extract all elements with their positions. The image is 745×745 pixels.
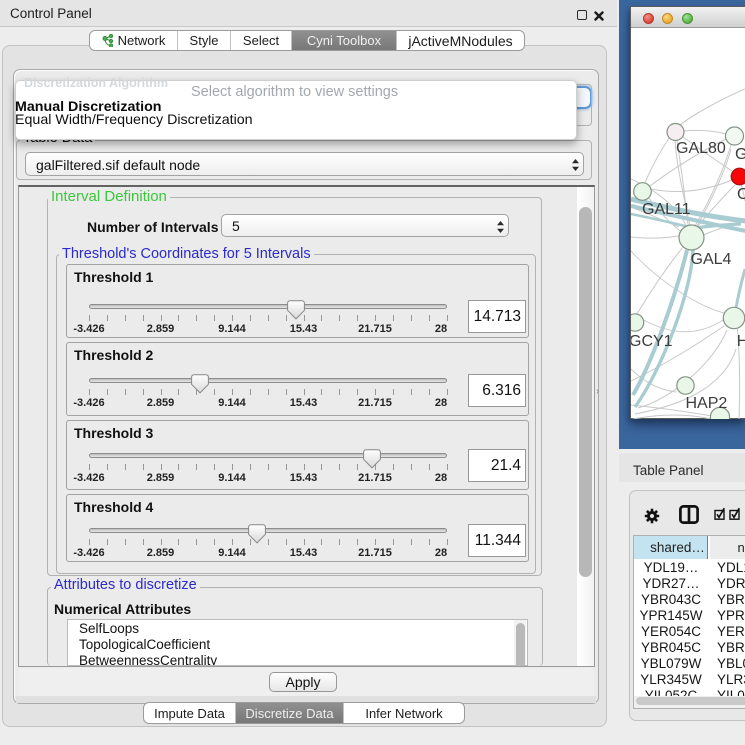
- svg-text:HAP2: HAP2: [686, 395, 728, 412]
- svg-text:GAL4: GAL4: [691, 251, 732, 268]
- svg-text:GA.: GA.: [735, 146, 745, 163]
- svg-text:GAL80: GAL80: [676, 140, 726, 157]
- svg-text:H: H: [737, 333, 745, 350]
- svg-text:GCY1: GCY1: [631, 333, 673, 350]
- svg-text:C: C: [737, 186, 745, 203]
- svg-text:GAL11: GAL11: [642, 201, 691, 218]
